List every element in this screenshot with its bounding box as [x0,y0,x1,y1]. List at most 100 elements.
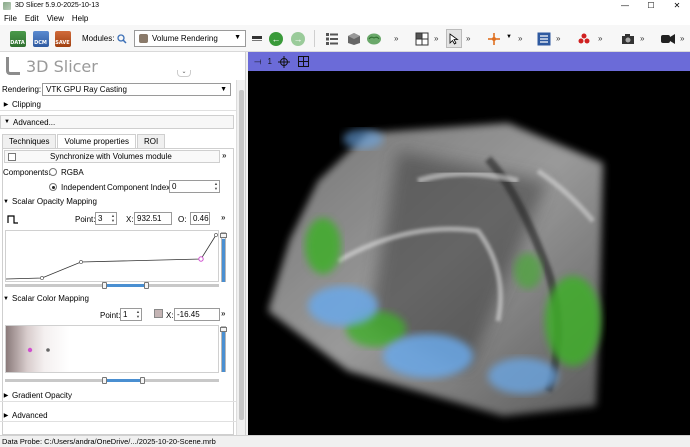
sync-checkbox[interactable] [8,153,16,161]
dicom-button[interactable]: DCM [31,29,50,48]
opacity-range-slider[interactable] [5,282,219,289]
place-fiducial-button[interactable] [486,29,502,48]
module-selector[interactable]: Volume Rendering ▼ [134,30,246,47]
3d-view[interactable] [248,71,690,435]
opacity-point-1[interactable] [79,260,83,264]
module-search-button[interactable] [116,29,128,48]
component-index-spinbox[interactable]: 0 ▲ ▼ [169,180,220,193]
layout-grid-icon [415,32,429,45]
color-range-max-handle[interactable] [140,377,145,384]
sync-volumes-row[interactable]: Synchronize with Volumes module [4,150,220,163]
toolbar-more-3[interactable]: » [466,34,470,43]
collapse-icon: ▼ [4,119,10,125]
toolbar-more-6[interactable]: » [598,34,602,43]
color-x-spinbox[interactable]: -16.45 [174,308,220,321]
blue-region-top [343,129,383,149]
sync-more-button[interactable]: » [222,151,226,160]
load-data-button[interactable]: DATA [8,29,27,48]
toolbar-more-8[interactable]: » [680,34,684,43]
color-zoom-handle[interactable] [220,327,227,332]
opacity-point-spinbox[interactable]: 3 ▲ ▼ [95,212,117,225]
opacity-x-spinbox[interactable]: 932.51 [134,212,172,225]
save-button[interactable]: SAVE [53,29,72,48]
tab-techniques[interactable]: Techniques [2,134,57,148]
menu-view[interactable]: View [47,14,64,23]
rendering-method-select[interactable]: VTK GPU Ray Casting ▼ [42,83,231,96]
color-points [27,347,50,353]
opacity-o-spinbox[interactable]: 0.46 [190,212,210,225]
color-range-min-handle[interactable] [102,377,107,384]
color-point-selected[interactable] [27,347,33,353]
opacity-range-max-handle[interactable] [144,282,149,289]
step-function-icon[interactable] [7,214,19,224]
save-icon: SAVE [54,30,71,47]
maximize-button[interactable]: ☐ [638,0,664,11]
pointer-mode-button[interactable] [446,29,462,48]
color-more-button[interactable]: » [221,309,225,318]
panel-scrollbar[interactable] [236,80,245,435]
opacity-zoom-handle[interactable] [220,233,227,238]
color-point-2[interactable] [46,348,50,352]
opacity-zoom-slider[interactable] [220,232,227,282]
toolbar-more-7[interactable]: » [640,34,644,43]
opacity-zoom-fill [222,239,225,282]
expand-icon: ▶ [3,101,9,108]
opacity-point-0[interactable] [40,276,44,280]
markups-button[interactable] [576,29,592,48]
menu-help[interactable]: Help [72,14,88,23]
color-range-slider[interactable] [5,377,219,384]
layout-grid-icon[interactable] [297,56,309,67]
opacity-more-button[interactable]: » [221,213,225,222]
toolbar-more-1[interactable]: » [394,34,398,43]
color-zoom-slider[interactable] [220,326,227,372]
gradient-opacity-section[interactable]: ▶ Gradient Opacity [0,389,236,402]
scalar-opacity-section[interactable]: ▼ Scalar Opacity Mapping [0,195,236,208]
sequence-button[interactable] [536,29,552,48]
module-selected-label: Volume Rendering [152,34,218,43]
layout-button[interactable] [414,29,430,48]
advanced-subsection[interactable]: ▶ Advanced [0,409,236,422]
chevron-down-icon: ▼ [220,86,227,93]
toolbar-more-4[interactable]: » [518,34,522,43]
independent-radio[interactable] [49,183,57,191]
extension-button[interactable] [660,29,676,48]
tab-roi[interactable]: ROI [136,134,166,148]
rgba-radio[interactable] [49,168,57,176]
minimize-button[interactable]: — [612,0,638,11]
volumes-module-button[interactable] [346,29,362,48]
scalar-color-graph[interactable] [5,325,219,373]
data-icon: DATA [9,30,26,47]
sequence-icon [537,32,551,45]
fiducial-dropdown-icon[interactable]: ▼ [506,34,512,40]
data-module-button[interactable] [324,29,340,48]
module-panel: 3D Slicer ⌄ Rendering: VTK GPU Ray Casti… [0,52,246,435]
pin-icon[interactable]: ⟞ [254,56,261,67]
toolbar-separator [314,30,315,47]
next-module-button[interactable]: → [290,29,306,48]
green-region-mid [514,253,542,289]
center-view-icon[interactable] [277,55,290,68]
scalar-color-section[interactable]: ▼ Scalar Color Mapping [0,292,236,305]
opacity-point-3[interactable] [214,233,218,237]
opacity-point-selected[interactable] [198,256,204,262]
models-module-button[interactable] [366,29,382,48]
panel-scrollbar-thumb[interactable] [239,90,244,420]
color-swatch[interactable] [154,309,163,318]
logo-collapse-handle[interactable]: ⌄ [177,69,191,77]
color-point-spinbox[interactable]: 1 ▲ ▼ [120,308,142,321]
toolbar-more-5[interactable]: » [556,34,560,43]
menu-edit[interactable]: Edit [25,14,39,23]
previous-module-button[interactable]: ← [268,29,284,48]
close-button[interactable]: ✕ [664,0,690,11]
screenshot-button[interactable] [620,29,636,48]
toolbar-more-2[interactable]: » [434,34,438,43]
tab-volume-properties[interactable]: Volume properties [57,134,136,149]
status-bar: Data Probe: C:/Users/andra/OneDrive/.../… [0,435,690,447]
menu-file[interactable]: File [4,14,17,23]
opacity-range-min-handle[interactable] [102,282,107,289]
advanced-label: Advanced [12,410,48,420]
clipping-section[interactable]: ▶ Clipping [0,98,236,111]
scalar-opacity-graph[interactable] [5,230,219,282]
advanced-section-header[interactable]: ▼ Advanced... [0,115,234,129]
module-history-button[interactable] [250,29,266,48]
